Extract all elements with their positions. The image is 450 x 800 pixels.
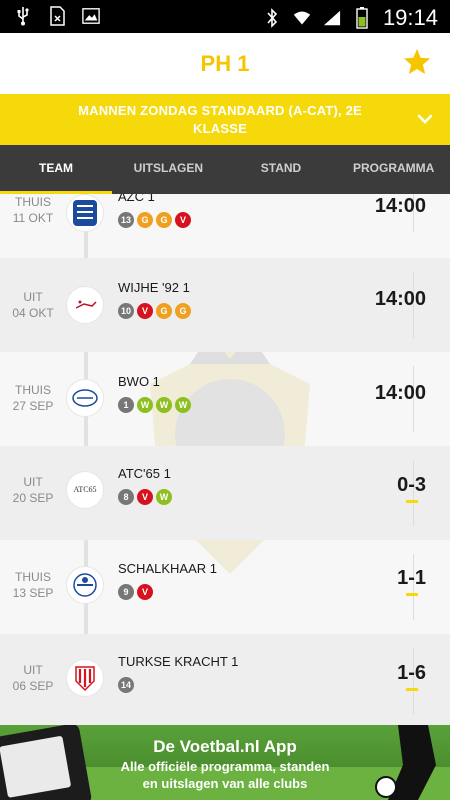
match-time: 14:00 — [374, 288, 426, 310]
rank-badge: 1 — [118, 397, 134, 413]
team-logo — [66, 659, 104, 697]
ad-line-2: en uitslagen van alle clubs — [142, 776, 308, 791]
form-badge: W — [175, 397, 191, 413]
form-badge: V — [175, 212, 191, 228]
rank-badge: 10 — [118, 303, 134, 319]
match-date: 13 SEP — [12, 586, 54, 600]
ad-banner[interactable]: De Voetbal.nl App Alle officiële program… — [0, 725, 450, 800]
match-row[interactable]: UIT 04 OKT WIJHE '92 1 10 V G G 14:00 — [0, 258, 450, 352]
team-logo — [66, 194, 104, 232]
team-logo — [66, 286, 104, 324]
wifi-icon — [293, 8, 311, 28]
form-badge: G — [175, 303, 191, 319]
match-time: 14:00 — [374, 195, 426, 217]
match-row[interactable]: THUIS 13 SEP SCHALKHAAR 1 9 V 1-1 — [0, 540, 450, 634]
team-form: 10 V G G — [118, 303, 191, 319]
match-score: 1-6 — [397, 662, 426, 691]
opponent-name: ATC'65 1 — [118, 466, 171, 481]
match-date: 27 SEP — [12, 399, 54, 413]
team-form: 14 — [118, 677, 134, 693]
match-time: 14:00 — [374, 382, 426, 404]
form-badge: V — [137, 489, 153, 505]
usb-icon — [14, 6, 32, 26]
signal-icon — [323, 8, 341, 28]
competition-selector[interactable]: MANNEN ZONDAG STANDAARD (A-CAT), 2E KLAS… — [0, 94, 450, 145]
opponent-name: TURKSE KRACHT 1 — [118, 654, 239, 669]
tab-bar: TEAM UITSLAGEN STAND PROGRAMMA — [0, 145, 450, 194]
team-form: 13 G G V — [118, 212, 191, 228]
clock: 19:14 — [382, 5, 438, 30]
form-badge: G — [137, 212, 153, 228]
ad-title: De Voetbal.nl App — [153, 737, 297, 756]
tab-programma[interactable]: PROGRAMMA — [337, 145, 450, 194]
match-date: 06 SEP — [12, 679, 54, 693]
image-icon — [82, 6, 100, 26]
match-row[interactable]: UIT 06 SEP TURKSE KRACHT 1 14 1-6 — [0, 634, 450, 725]
match-location: THUIS — [15, 570, 51, 584]
battery-icon — [353, 7, 371, 29]
chevron-down-icon — [417, 114, 433, 124]
team-logo — [66, 379, 104, 417]
form-badge: W — [156, 489, 172, 505]
opponent-name: BWO 1 — [118, 374, 160, 389]
form-badge: V — [137, 303, 153, 319]
match-location: THUIS — [15, 383, 51, 397]
match-location: THUIS — [15, 195, 51, 209]
form-badge: V — [137, 584, 153, 600]
opponent-name: AZC 1 — [118, 194, 155, 204]
match-score: 1-1 — [397, 567, 426, 596]
favorite-star-icon[interactable] — [402, 47, 432, 77]
rank-badge: 8 — [118, 489, 134, 505]
team-form: 8 V W — [118, 489, 172, 505]
tab-uitslagen[interactable]: UITSLAGEN — [112, 145, 225, 194]
team-logo: ATC65 — [66, 471, 104, 509]
tab-stand[interactable]: STAND — [225, 145, 338, 194]
ad-phone-image — [0, 725, 93, 800]
ad-player-image — [375, 725, 436, 800]
rank-badge: 13 — [118, 212, 134, 228]
opponent-name: SCHALKHAAR 1 — [118, 561, 217, 576]
match-location: UIT — [23, 663, 43, 677]
match-row[interactable]: UIT 20 SEP ATC65 ATC'65 1 8 V W 0-3 — [0, 446, 450, 540]
bluetooth-icon — [263, 8, 281, 28]
form-badge: W — [156, 397, 172, 413]
svg-text:ATC65: ATC65 — [73, 485, 96, 494]
team-form: 9 V — [118, 584, 153, 600]
match-score: 0-3 — [397, 474, 426, 503]
match-location: UIT — [23, 290, 43, 304]
rank-badge: 9 — [118, 584, 134, 600]
match-row[interactable]: THUIS 27 SEP BWO 1 1 W W W 14:00 — [0, 352, 450, 446]
app-bar: PH 1 — [0, 33, 450, 94]
ad-line-1: Alle officiële programma, standen — [120, 759, 330, 774]
match-date: 11 OKT — [12, 211, 54, 225]
page-title: PH 1 — [200, 51, 250, 76]
score-text: 1-1 — [397, 567, 426, 589]
notification-icons — [14, 6, 100, 26]
no-sim-icon — [48, 6, 66, 26]
score-text: 0-3 — [397, 474, 426, 496]
form-badge: G — [156, 303, 172, 319]
score-underline — [405, 593, 418, 596]
match-date: 20 SEP — [12, 491, 54, 505]
tab-team[interactable]: TEAM — [0, 145, 112, 194]
score-underline — [405, 688, 418, 691]
form-badge: W — [137, 397, 153, 413]
score-underline — [405, 500, 418, 503]
match-location: UIT — [23, 475, 43, 489]
team-form: 1 W W W — [118, 397, 191, 413]
form-badge: G — [156, 212, 172, 228]
match-date: 04 OKT — [12, 306, 54, 320]
opponent-name: WIJHE '92 1 — [118, 280, 190, 295]
match-list[interactable]: THUIS 11 OKT AZC 1 13 G G V 14:00 UIT 04… — [0, 194, 450, 725]
team-logo — [66, 566, 104, 604]
system-icons: 19:14 — [263, 5, 438, 31]
rank-badge: 14 — [118, 677, 134, 693]
competition-name: MANNEN ZONDAG STANDAARD (A-CAT), 2E KLAS… — [78, 103, 362, 136]
score-text: 1-6 — [397, 662, 426, 684]
status-bar: 19:14 — [0, 0, 450, 33]
match-row[interactable]: THUIS 11 OKT AZC 1 13 G G V 14:00 — [0, 194, 450, 264]
